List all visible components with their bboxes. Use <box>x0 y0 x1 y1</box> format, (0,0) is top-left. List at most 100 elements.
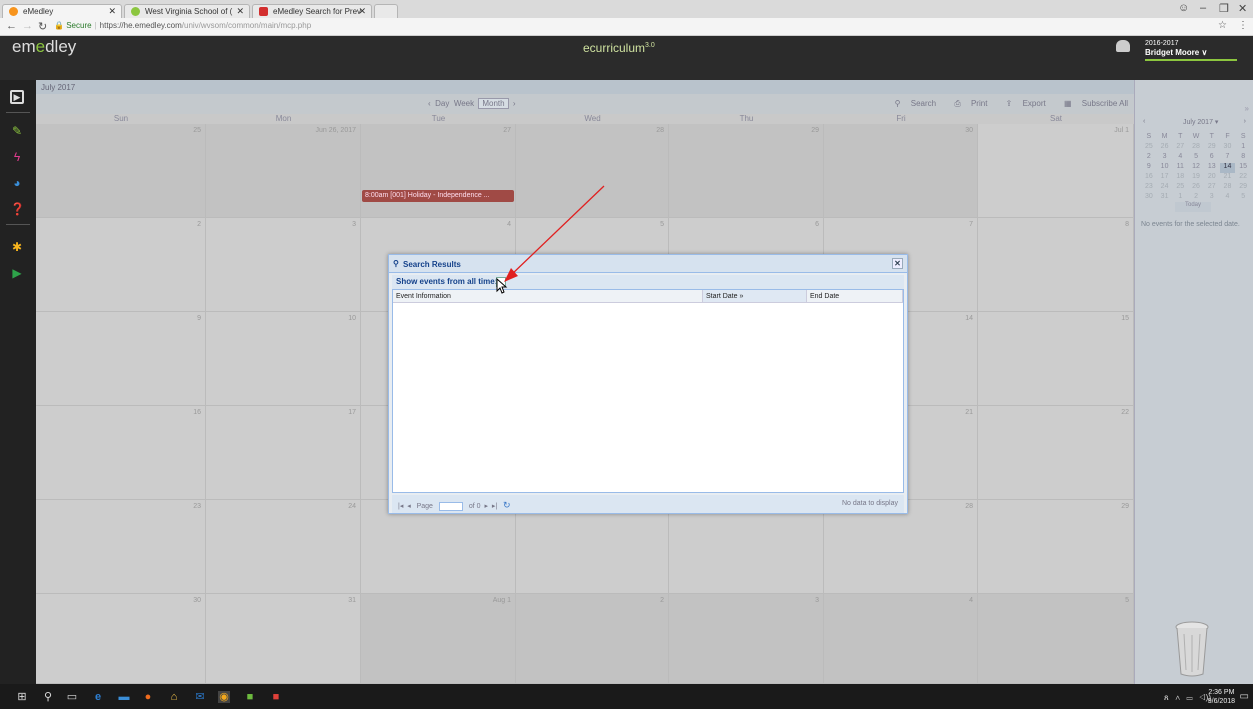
calendar-day-cell[interactable]: Jul 1 <box>978 124 1134 218</box>
outlook-icon[interactable]: ✉ <box>194 691 206 703</box>
windows-start-icon[interactable]: ⊞ <box>16 691 28 703</box>
mini-day[interactable]: 25 <box>1172 183 1188 193</box>
mini-day[interactable]: 20 <box>1204 173 1220 183</box>
calendar-day-cell[interactable]: 26 <box>516 500 669 594</box>
lightning-icon[interactable]: ϟ <box>10 150 24 164</box>
trash-bin-icon[interactable] <box>1173 620 1211 678</box>
tab-emedley-search[interactable]: eMedley Search for Prev ✕ <box>252 4 372 18</box>
url-field[interactable]: 🔒 Secure | https://he.emedley.com/univ/wvs… <box>54 21 311 30</box>
mini-day[interactable]: 3 <box>1157 153 1173 163</box>
mini-day[interactable]: 7 <box>1220 153 1236 163</box>
close-tab-icon[interactable]: ✕ <box>236 6 244 17</box>
file-explorer-icon[interactable]: ▬ <box>118 691 130 703</box>
calendar-day-cell[interactable]: 31 <box>206 594 361 684</box>
calendar-day-cell[interactable]: 16 <box>36 406 206 500</box>
dashboard-icon[interactable]: ▶ <box>10 90 24 104</box>
next-page-icon[interactable]: ▸ <box>484 503 488 510</box>
mini-day[interactable]: 16 <box>1141 173 1157 183</box>
calendar-day-cell[interactable]: 15 <box>978 312 1134 406</box>
action-center-icon[interactable]: ▭ <box>1240 691 1249 702</box>
mini-day[interactable]: 30 <box>1141 193 1157 203</box>
mini-day[interactable]: 31 <box>1157 193 1173 203</box>
firefox-icon[interactable]: ● <box>142 691 154 703</box>
dialog-close-button[interactable]: ✕ <box>892 258 903 269</box>
mini-prev-icon[interactable]: ‹ <box>1143 118 1145 125</box>
calendar-day-cell[interactable]: 3 <box>669 594 824 684</box>
help-icon[interactable]: ❓ <box>10 202 25 216</box>
calendar-day-cell[interactable]: 4 <box>824 594 978 684</box>
play-icon[interactable]: ▶ <box>10 266 24 280</box>
mini-day[interactable]: 4 <box>1172 153 1188 163</box>
bookmark-star-icon[interactable]: ☆ <box>1218 20 1227 31</box>
calendar-day-cell[interactable]: 28 <box>824 500 978 594</box>
export-tool[interactable]: ⇪ Export <box>998 99 1046 108</box>
calendar-day-cell[interactable]: 29 <box>669 124 824 218</box>
tab-emedley[interactable]: eMedley ✕ <box>2 4 122 18</box>
calendar-day-cell[interactable]: 27 <box>669 500 824 594</box>
calendar-day-cell[interactable]: 17 <box>206 406 361 500</box>
prev-page-icon[interactable]: ◂ <box>407 503 411 510</box>
calendar-day-cell[interactable]: 8 <box>978 218 1134 312</box>
pencil-icon[interactable]: ✎ <box>10 124 24 138</box>
mini-day[interactable]: 24 <box>1157 183 1173 193</box>
mini-day[interactable]: 26 <box>1188 183 1204 193</box>
calendar-day-cell[interactable]: 29 <box>978 500 1134 594</box>
month-view-button[interactable]: Month <box>478 98 509 109</box>
last-page-icon[interactable]: ▸| <box>492 503 497 510</box>
mini-day[interactable]: 2 <box>1141 153 1157 163</box>
calendar-event-holiday[interactable]: 8:00am [001] Holiday - Independence ... <box>362 190 514 202</box>
calendar-day-cell[interactable]: 27 <box>361 124 516 218</box>
user-menu[interactable]: 2016-2017 Bridget Moore ∨ <box>1145 39 1237 61</box>
mini-day[interactable]: 28 <box>1220 183 1236 193</box>
day-view-button[interactable]: Day <box>435 99 449 108</box>
mini-day[interactable]: 27 <box>1172 143 1188 153</box>
maximize-icon[interactable]: ❐ <box>1219 2 1229 15</box>
mini-day[interactable]: 30 <box>1220 143 1236 153</box>
today-button[interactable]: Today <box>1175 202 1211 212</box>
search-icon[interactable]: ⚲ <box>42 691 54 703</box>
next-period-button[interactable]: › <box>513 99 516 108</box>
tab-wvsom[interactable]: West Virginia School of ( ✕ <box>124 4 250 18</box>
reload-icon[interactable]: ↻ <box>38 20 47 33</box>
calendar-day-cell[interactable]: 3 <box>206 218 361 312</box>
calendar-day-cell[interactable]: 10 <box>206 312 361 406</box>
mini-day[interactable]: 11 <box>1172 163 1188 173</box>
back-arrow-icon[interactable]: ← <box>6 20 17 32</box>
calendar-day-cell[interactable]: 22 <box>978 406 1134 500</box>
mini-next-icon[interactable]: › <box>1244 118 1246 125</box>
taskbar-clock[interactable]: 2:36 PM 9/6/2018 <box>1208 688 1235 706</box>
mini-month-select[interactable]: July 2017 ▾ <box>1183 118 1218 126</box>
mini-day[interactable]: 8 <box>1235 153 1251 163</box>
calendar-day-cell[interactable]: 28 <box>516 124 669 218</box>
edge-icon[interactable]: e <box>92 691 104 703</box>
calendar-day-cell[interactable]: Jun 26, 2017 <box>206 124 361 218</box>
minimize-icon[interactable]: – <box>1200 2 1206 14</box>
menu-kebab-icon[interactable]: ⋮ <box>1238 20 1248 31</box>
mini-day[interactable]: 23 <box>1141 183 1157 193</box>
mini-day[interactable]: 9 <box>1141 163 1157 173</box>
print-tool[interactable]: ⎙ Print <box>946 99 987 108</box>
mini-day[interactable]: 5 <box>1188 153 1204 163</box>
mini-day[interactable]: 29 <box>1204 143 1220 153</box>
group-icon[interactable]: ✱ <box>10 240 24 254</box>
column-event-information[interactable]: Event Information <box>393 290 703 303</box>
calendar-day-cell[interactable]: 2 <box>36 218 206 312</box>
calendar-day-cell[interactable]: 25 <box>36 124 206 218</box>
mini-day[interactable]: 26 <box>1157 143 1173 153</box>
mini-day[interactable]: 29 <box>1235 183 1251 193</box>
new-tab-button[interactable] <box>374 4 398 18</box>
mini-day[interactable]: 21 <box>1220 173 1236 183</box>
mini-day[interactable]: 4 <box>1220 193 1236 203</box>
close-window-icon[interactable]: ✕ <box>1238 2 1247 15</box>
calendar-day-cell[interactable]: Aug 1 <box>361 594 516 684</box>
prev-period-button[interactable]: ‹ <box>428 99 431 108</box>
mini-day[interactable]: 6 <box>1204 153 1220 163</box>
first-page-icon[interactable]: |◂ <box>398 503 403 510</box>
calendar-day-cell[interactable]: 24 <box>206 500 361 594</box>
close-tab-icon[interactable]: ✕ <box>358 6 366 17</box>
mini-day[interactable]: 5 <box>1235 193 1251 203</box>
search-tool[interactable]: ⚲ Search <box>887 99 936 108</box>
close-tab-icon[interactable]: ✕ <box>108 6 116 17</box>
mini-day[interactable]: 10 <box>1157 163 1173 173</box>
calendar-day-cell[interactable]: 2 <box>516 594 669 684</box>
